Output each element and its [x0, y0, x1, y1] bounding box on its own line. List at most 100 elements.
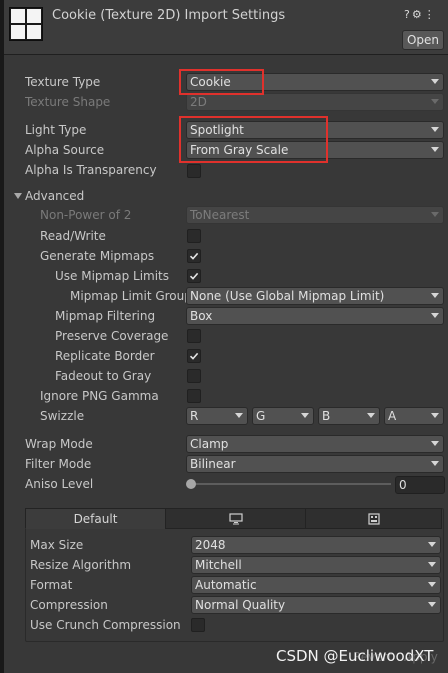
chevron-down-icon [428, 602, 436, 607]
advanced-foldout[interactable]: Advanced [25, 189, 84, 203]
preserve-coverage-label: Preserve Coverage [55, 329, 169, 343]
chevron-down-icon [235, 413, 243, 418]
mipmap-filtering-label: Mipmap Filtering [55, 309, 156, 323]
format-label: Format [30, 578, 73, 592]
chevron-down-icon [431, 79, 439, 84]
swizzle-a-value: A [388, 409, 397, 423]
swizzle-b-value: B [322, 409, 331, 423]
wrap-mode-value: Clamp [190, 437, 229, 451]
swizzle-r-value: R [190, 409, 199, 423]
mipmap-limit-group-dropdown[interactable]: None (Use Global Mipmap Limit) [186, 287, 444, 305]
highlight-box-texture-type [179, 69, 264, 95]
mipmap-filtering-value: Box [190, 309, 213, 323]
chevron-down-icon [431, 293, 439, 298]
csdn-watermark: CSDN @EucliwoodXT [276, 647, 434, 665]
checkmark-icon [189, 352, 199, 360]
texture-shape-dropdown: 2D [186, 93, 444, 111]
tab-standalone[interactable] [165, 508, 306, 529]
chevron-down-icon [431, 212, 439, 217]
non-power-of-2-dropdown: ToNearest [186, 206, 444, 224]
foldout-arrow-icon[interactable] [14, 193, 22, 199]
ignore-png-gamma-label: Ignore PNG Gamma [40, 389, 159, 403]
checkmark-icon [189, 252, 199, 260]
preserve-coverage-checkbox[interactable] [187, 329, 201, 343]
non-power-of-2-label: Non-Power of 2 [40, 208, 132, 222]
chevron-down-icon [431, 127, 439, 132]
use-mipmap-limits-checkbox[interactable] [187, 269, 201, 283]
inspector-title: Cookie (Texture 2D) Import Settings [52, 8, 286, 23]
mipmap-limit-group-value: None (Use Global Mipmap Limit) [190, 289, 385, 303]
filter-mode-dropdown[interactable]: Bilinear [186, 455, 444, 473]
android-icon [367, 513, 380, 525]
compression-label: Compression [30, 598, 108, 612]
texture-shape-value: 2D [190, 95, 207, 109]
compression-value: Normal Quality [195, 598, 286, 612]
chevron-down-icon [431, 147, 439, 152]
texture-shape-label: Texture Shape [25, 95, 111, 109]
settings-icon[interactable]: ⚙ [412, 8, 424, 21]
non-power-of-2-value: ToNearest [190, 208, 250, 222]
fadeout-to-gray-checkbox[interactable] [187, 369, 201, 383]
replicate-border-checkbox[interactable] [187, 349, 201, 363]
texture-type-label: Texture Type [25, 75, 101, 89]
max-size-value: 2048 [195, 538, 226, 552]
alpha-source-label: Alpha Source [25, 143, 105, 157]
generate-mipmaps-label: Generate Mipmaps [40, 249, 155, 263]
help-icon[interactable]: ? [404, 8, 412, 21]
ignore-png-gamma-checkbox[interactable] [187, 389, 201, 403]
resize-algorithm-value: Mitchell [195, 558, 242, 572]
swizzle-g-dropdown[interactable]: G [252, 407, 314, 425]
chevron-down-icon [301, 413, 309, 418]
header-icons: ?⚙⋮ [404, 8, 437, 21]
aniso-level-field[interactable]: 0 [395, 476, 445, 494]
chevron-down-icon [431, 441, 439, 446]
read-write-checkbox[interactable] [187, 229, 201, 243]
filter-mode-label: Filter Mode [25, 457, 92, 471]
chevron-down-icon [431, 413, 439, 418]
aniso-level-slider-handle[interactable] [186, 479, 196, 489]
chevron-down-icon [428, 582, 436, 587]
max-size-label: Max Size [30, 538, 84, 552]
wrap-mode-dropdown[interactable]: Clamp [186, 435, 444, 453]
format-dropdown[interactable]: Automatic [191, 576, 441, 594]
resize-algorithm-dropdown[interactable]: Mitchell [191, 556, 441, 574]
use-crunch-compression-label: Use Crunch Compression [30, 618, 181, 632]
window-frame [0, 0, 4, 673]
format-value: Automatic [195, 578, 257, 592]
highlight-box-light-alpha [179, 116, 328, 163]
menu-icon[interactable]: ⋮ [424, 8, 437, 21]
filter-mode-value: Bilinear [190, 457, 236, 471]
swizzle-b-dropdown[interactable]: B [318, 407, 380, 425]
use-crunch-compression-checkbox[interactable] [191, 618, 205, 632]
chevron-down-icon [428, 562, 436, 567]
swizzle-r-dropdown[interactable]: R [186, 407, 248, 425]
wrap-mode-label: Wrap Mode [25, 437, 93, 451]
open-button[interactable]: Open [402, 30, 444, 50]
read-write-label: Read/Write [40, 229, 106, 243]
aniso-level-label: Aniso Level [25, 477, 94, 491]
chevron-down-icon [428, 542, 436, 547]
swizzle-a-dropdown[interactable]: A [384, 407, 444, 425]
compression-dropdown[interactable]: Normal Quality [191, 596, 441, 614]
chevron-down-icon [431, 313, 439, 318]
alpha-is-transparency-label: Alpha Is Transparency [25, 163, 157, 177]
monitor-icon [228, 513, 243, 525]
tab-android[interactable] [305, 508, 442, 529]
max-size-dropdown[interactable]: 2048 [191, 536, 441, 554]
checkmark-icon [189, 272, 199, 280]
chevron-down-icon [431, 461, 439, 466]
mipmap-filtering-dropdown[interactable]: Box [186, 307, 444, 325]
swizzle-label: Swizzle [40, 409, 85, 423]
light-type-label: Light Type [25, 123, 87, 137]
alpha-is-transparency-checkbox[interactable] [187, 164, 201, 178]
fadeout-to-gray-label: Fadeout to Gray [55, 369, 152, 383]
replicate-border-label: Replicate Border [55, 349, 155, 363]
chevron-down-icon [431, 99, 439, 104]
generate-mipmaps-checkbox[interactable] [187, 249, 201, 263]
resize-algorithm-label: Resize Algorithm [30, 558, 132, 572]
aniso-level-slider-track[interactable] [190, 483, 391, 485]
tab-default[interactable]: Default [25, 508, 166, 529]
chevron-down-icon [367, 413, 375, 418]
swizzle-g-value: G [256, 409, 266, 423]
texture-preview-icon [9, 7, 43, 41]
